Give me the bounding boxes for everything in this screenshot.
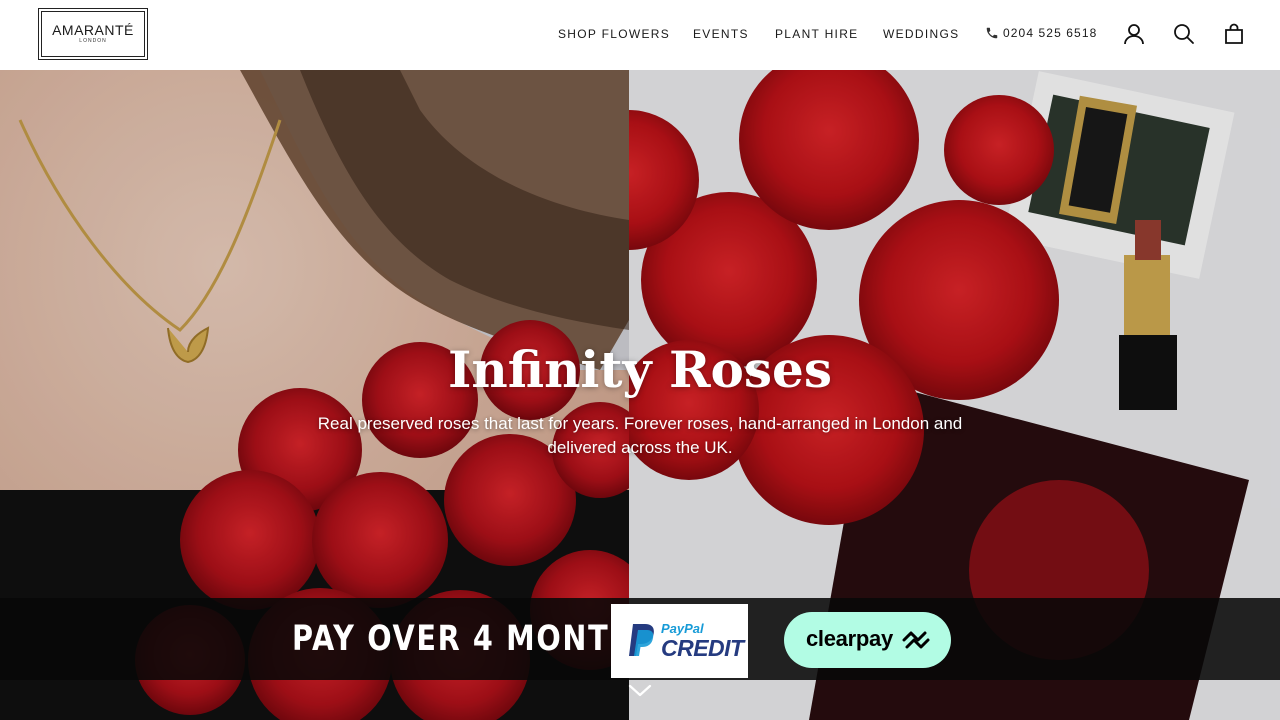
- paypal-credit-logo[interactable]: PayPal CREDIT: [611, 604, 748, 678]
- clearpay-logo[interactable]: clearpay: [784, 612, 951, 668]
- phone-link[interactable]: 0204 525 6518: [985, 26, 1097, 40]
- brand-logo-name: AMARANTÉ: [52, 22, 134, 38]
- brand-logo-sub: LONDON: [79, 38, 107, 44]
- phone-icon: [986, 27, 998, 39]
- brand-logo-frame: AMARANTÉ LONDON: [41, 11, 145, 57]
- phone-number: 0204 525 6518: [1003, 26, 1098, 40]
- hero-title: Infinity Roses: [447, 340, 832, 399]
- clearpay-arrows-icon: [902, 631, 930, 649]
- hero-banner: Infinity Roses Real preserved roses that…: [0, 70, 1280, 720]
- site-header: AMARANTÉ LONDON SHOP FLOWERS EVENTS PLAN…: [0, 0, 1280, 70]
- nav-events[interactable]: EVENTS: [693, 27, 749, 41]
- brand-logo[interactable]: AMARANTÉ LONDON: [38, 8, 148, 60]
- hero-subtitle: Real preserved roses that last for years…: [317, 414, 963, 457]
- payment-banner: PAY OVER 4 MONTHS PayPal CREDIT clearpay: [0, 598, 1280, 680]
- cart-icon[interactable]: [1222, 22, 1246, 46]
- nav-weddings[interactable]: WEDDINGS: [883, 27, 959, 41]
- clearpay-word: clearpay: [806, 626, 893, 651]
- payment-banner-text: PAY OVER 4 MONTHS: [292, 619, 658, 659]
- paypal-icon: [629, 624, 654, 656]
- scroll-down-chevron-icon[interactable]: [628, 683, 652, 699]
- search-icon[interactable]: [1172, 22, 1196, 46]
- paypal-credit-word: CREDIT: [661, 635, 744, 661]
- nav-plant-hire[interactable]: PLANT HIRE: [775, 27, 858, 41]
- nav-shop-flowers[interactable]: SHOP FLOWERS: [558, 27, 670, 41]
- account-icon[interactable]: [1122, 22, 1146, 46]
- paypal-word: PayPal: [661, 621, 704, 636]
